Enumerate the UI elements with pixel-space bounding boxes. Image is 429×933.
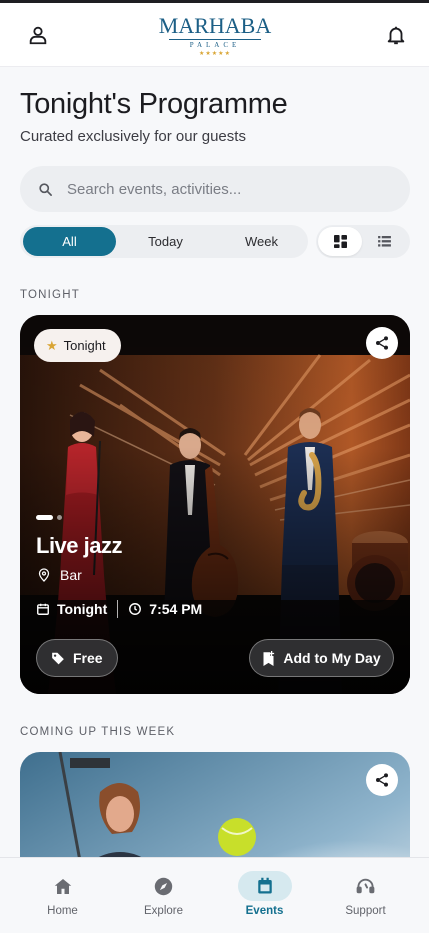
meta-divider (117, 600, 119, 618)
filter-all[interactable]: All (23, 227, 116, 256)
view-toggle (316, 225, 410, 258)
list-view-button[interactable] (362, 227, 406, 256)
add-to-my-day-label: Add to My Day (283, 650, 381, 666)
nav-explore-pill (137, 871, 191, 901)
clock-icon (128, 602, 142, 616)
tonight-badge: ★ Tonight (34, 329, 121, 362)
search-bar[interactable] (20, 166, 410, 212)
home-icon (54, 878, 71, 894)
event-location: Bar (38, 567, 82, 583)
grid-icon (333, 235, 347, 248)
nav-support-pill (339, 871, 393, 901)
calendar-icon (36, 602, 50, 616)
carousel-dots (36, 515, 62, 520)
share-button[interactable] (366, 327, 398, 359)
card-gradient-overlay (20, 315, 410, 694)
share-icon (376, 773, 388, 787)
event-meta: Tonight 7:54 PM (36, 600, 202, 618)
app-header: MARHABA PALACE ★★★★★ (0, 3, 429, 67)
nav-support[interactable]: Support (315, 858, 416, 933)
event-day: Tonight (57, 601, 108, 617)
page-title: Tonight's Programme (20, 88, 288, 120)
compass-icon (154, 877, 173, 895)
page-subtitle: Curated exclusively for our guests (20, 128, 246, 145)
nav-explore-label: Explore (144, 905, 183, 917)
nav-events[interactable]: Events (214, 858, 315, 933)
featured-event-card[interactable]: ★ Tonight Live jazz Bar Tonight 7:54 PM … (20, 315, 410, 694)
nav-support-label: Support (345, 905, 386, 917)
section-label-tonight: TONIGHT (20, 289, 80, 301)
time-filter: All Today Week (20, 225, 308, 258)
tag-icon (52, 652, 64, 665)
profile-button[interactable] (20, 17, 56, 53)
nav-home-label: Home (47, 905, 78, 917)
nav-events-label: Events (245, 905, 284, 917)
star-icon: ★ (46, 337, 58, 353)
nav-home[interactable]: Home (12, 858, 113, 933)
notifications-button[interactable] (378, 17, 414, 53)
carousel-dot[interactable] (57, 515, 62, 520)
grid-view-button[interactable] (318, 227, 362, 256)
logo-subtitle: PALACE (189, 41, 241, 49)
search-input[interactable] (67, 180, 367, 198)
price-tag[interactable]: Free (36, 639, 118, 677)
person-icon (29, 26, 47, 45)
bottom-navigation: Home Explore Events Support (0, 857, 429, 933)
section-label-week: COMING UP THIS WEEK (20, 726, 176, 738)
list-icon (377, 236, 391, 247)
filter-week[interactable]: Week (215, 227, 308, 256)
tonight-badge-label: Tonight (63, 338, 106, 353)
nav-explore[interactable]: Explore (113, 858, 214, 933)
logo-wordmark: MARHABA (158, 13, 272, 38)
event-time: 7:54 PM (149, 601, 203, 617)
share-button[interactable] (366, 764, 398, 796)
event-title: Live jazz (36, 533, 122, 558)
search-icon (39, 182, 52, 196)
hotel-logo: MARHABA PALACE ★★★★★ (150, 13, 280, 59)
event-location-label: Bar (60, 567, 82, 583)
price-label: Free (73, 650, 103, 666)
bookmark-add-icon (263, 650, 275, 666)
nav-events-pill (237, 871, 292, 901)
logo-stars: ★★★★★ (199, 51, 231, 57)
share-icon (376, 336, 388, 350)
headset-icon (356, 878, 375, 894)
carousel-dot-active[interactable] (36, 515, 53, 520)
filter-today[interactable]: Today (119, 227, 212, 256)
add-to-my-day-button[interactable]: Add to My Day (249, 639, 394, 677)
bell-icon (387, 26, 405, 45)
location-pin-icon (38, 568, 50, 582)
calendar-icon (257, 877, 272, 894)
nav-home-pill (36, 871, 90, 901)
